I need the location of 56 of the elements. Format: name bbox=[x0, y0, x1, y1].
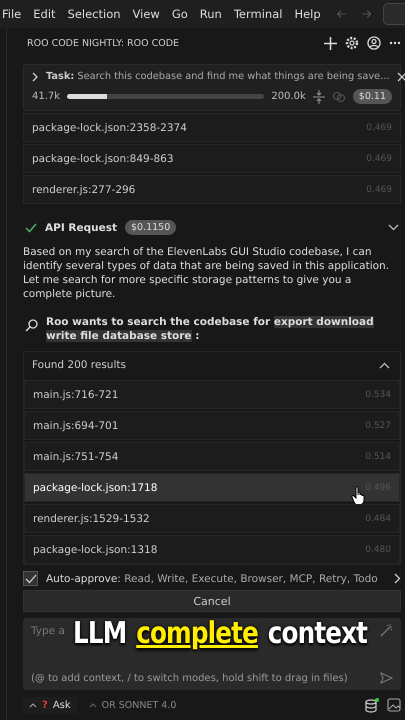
assistant-message: Based on my search of the ElevenLabs GUI Studio codebase, I can identify several types of data that are being saved in this application. Let me search for more specific storage patterns to give you a complete picture. bbox=[23, 245, 390, 301]
menu-item[interactable]: Edit bbox=[33, 7, 56, 21]
cancel-button[interactable]: Cancel bbox=[23, 590, 401, 612]
result-row[interactable]: main.js:751-754 0.514 bbox=[24, 442, 400, 471]
settings-icon[interactable] bbox=[345, 36, 359, 50]
result-row[interactable]: main.js:716-721 0.534 bbox=[24, 380, 400, 409]
close-icon[interactable] bbox=[396, 72, 405, 82]
menu-item[interactable]: View bbox=[132, 7, 160, 21]
tokens-used: 41.7k bbox=[32, 91, 60, 102]
send-icon[interactable] bbox=[380, 672, 393, 684]
search-icon bbox=[25, 319, 38, 332]
search-request: Roo wants to search the codebase for export download write file database store : bbox=[46, 315, 375, 343]
input-placeholder: Type a bbox=[31, 624, 65, 636]
input-hint: (@ to add context, / to switch modes, hold shift to drag in files) bbox=[31, 672, 348, 684]
menu-item[interactable]: Run bbox=[200, 7, 222, 21]
panel-title: ROO CODE NIGHTLY: ROO CODE bbox=[27, 38, 180, 48]
condense-icon[interactable] bbox=[312, 90, 325, 104]
caption-word: complete bbox=[136, 616, 258, 651]
menu-item[interactable]: Selection bbox=[68, 7, 121, 21]
chevron-right-icon[interactable] bbox=[32, 72, 39, 82]
account-icon[interactable] bbox=[367, 36, 381, 50]
check-icon bbox=[25, 222, 37, 232]
result-row[interactable]: renderer.js:1529-1532 0.484 bbox=[24, 504, 400, 533]
magic-wand-icon[interactable] bbox=[380, 624, 393, 637]
chevron-down-icon[interactable] bbox=[388, 224, 399, 231]
result-row[interactable]: package-lock.json:1318 0.480 bbox=[24, 535, 400, 564]
result-row[interactable]: main.js:694-701 0.527 bbox=[24, 411, 400, 440]
model-selector[interactable]: OR SONNET 4.0 bbox=[84, 696, 180, 714]
mode-selector[interactable]: ? Ask bbox=[23, 696, 77, 714]
menu-item[interactable]: File bbox=[2, 7, 22, 21]
back-arrow-icon[interactable] bbox=[336, 8, 346, 20]
hand-cursor-icon bbox=[351, 486, 367, 506]
more-icon[interactable] bbox=[389, 41, 401, 45]
task-title: Task: Search this codebase and find me what things are being save... bbox=[46, 71, 390, 82]
menu-item[interactable]: Go bbox=[172, 7, 188, 21]
cost-badge: $0.1150 bbox=[124, 220, 176, 235]
chevron-right-icon[interactable] bbox=[394, 573, 401, 584]
menu-item[interactable]: Help bbox=[294, 7, 321, 21]
forward-arrow-icon[interactable] bbox=[362, 8, 372, 20]
database-icon[interactable] bbox=[365, 698, 379, 712]
menu-item[interactable]: Terminal bbox=[234, 7, 282, 21]
caption-word: LLM bbox=[73, 616, 126, 651]
caption-word: context bbox=[268, 616, 368, 651]
results-header[interactable]: Found 200 results bbox=[24, 352, 400, 378]
cost-badge: $0.11 bbox=[352, 89, 392, 104]
result-row[interactable]: package-lock.json:849-863 0.469 bbox=[23, 144, 401, 173]
result-row[interactable]: package-lock.json:2358-2374 0.469 bbox=[23, 113, 401, 142]
caret-icon bbox=[29, 702, 37, 708]
tokens-max: 200.0k bbox=[271, 91, 306, 102]
api-request-label: API Request bbox=[45, 222, 117, 234]
auto-approve-label: Auto-approve: Read, Write, Execute, Browser, MCP, Retry, Todo bbox=[46, 572, 379, 584]
image-icon[interactable] bbox=[387, 698, 401, 712]
checkbox[interactable] bbox=[23, 571, 38, 586]
result-row[interactable]: renderer.js:277-296 0.469 bbox=[23, 175, 401, 204]
plus-icon[interactable] bbox=[324, 36, 337, 50]
caret-icon bbox=[88, 702, 97, 708]
